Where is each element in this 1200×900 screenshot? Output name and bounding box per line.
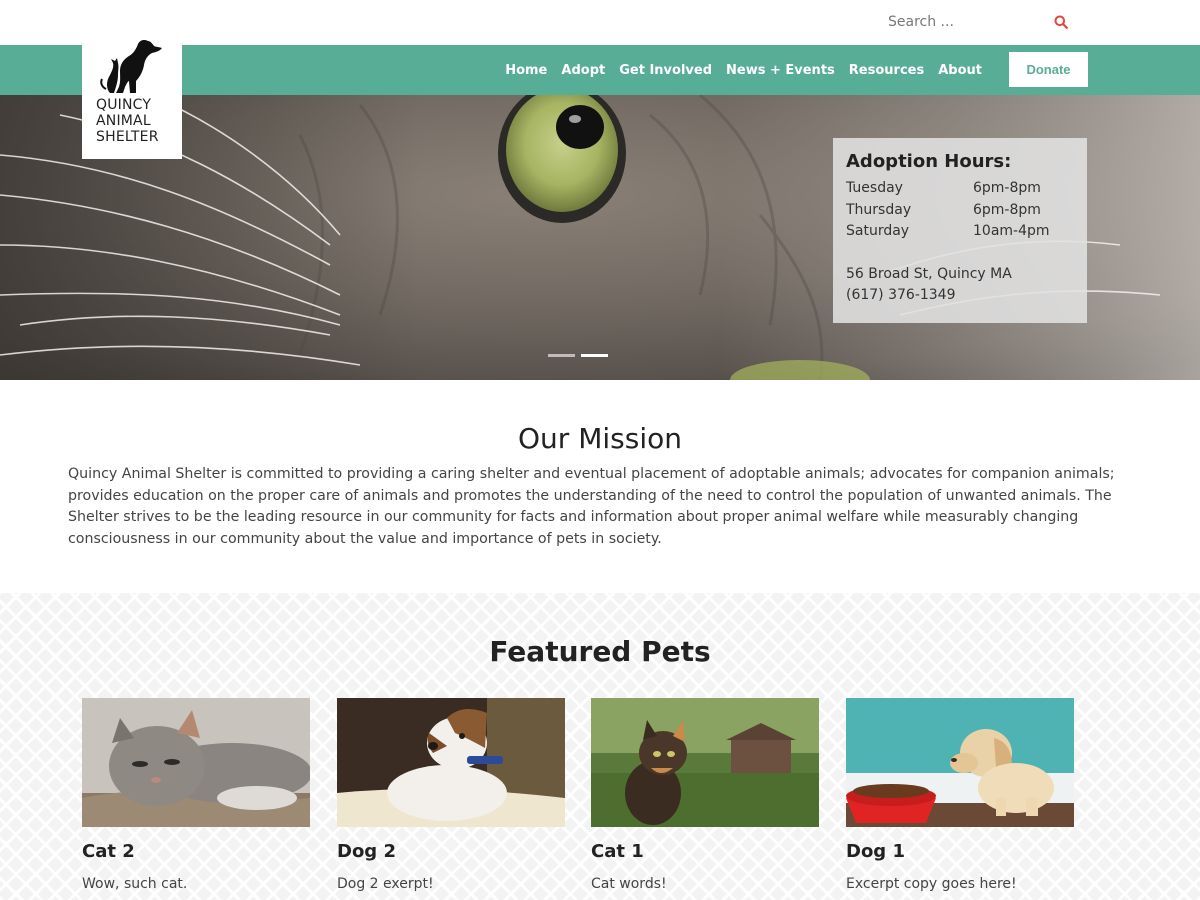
pet-photo-cat-1[interactable] [591,698,819,827]
pet-excerpt: Excerpt copy goes here! [846,876,1017,892]
nav-item-about[interactable]: About [938,63,982,78]
slider-dot-1[interactable] [548,354,575,357]
hours-row: Thursday 6pm-8pm [846,200,1074,222]
hours-row: Tuesday 6pm-8pm [846,178,1074,200]
mission-text: Quincy Animal Shelter is committed to pr… [68,466,1115,547]
nav-item-get-involved[interactable]: Get Involved [619,63,712,78]
pet-photo-cat-2[interactable] [82,698,310,827]
featured-pets-title: Featured Pets [489,635,711,668]
hours-day: Saturday [846,223,910,239]
pet-photo-dog-2[interactable] [337,698,565,827]
pet-name[interactable]: Cat 2 [82,841,310,862]
mission-title: Our Mission [518,422,682,455]
pet-card: Cat 1 Cat words! [591,698,819,892]
pet-card: Cat 2 Wow, such cat. [82,698,310,892]
pet-name[interactable]: Cat 1 [591,841,819,862]
slider-dot-2[interactable] [581,354,608,357]
hours-row: Saturday 10am-4pm [846,221,1074,243]
shelter-phone: (617) 376-1349 [846,287,956,303]
pet-excerpt: Wow, such cat. [82,876,188,892]
slider-dots [548,354,608,357]
logo-line-2: ANIMAL [96,113,151,129]
site-logo[interactable]: QUINCY ANIMAL SHELTER [82,37,182,159]
donate-button[interactable]: Donate [1009,52,1088,87]
nav-item-news-events[interactable]: News + Events [726,63,835,78]
nav-item-home[interactable]: Home [505,63,547,78]
main-nav: Home Adopt Get Involved News + Events Re… [491,45,982,95]
pet-excerpt: Dog 2 exerpt! [337,876,434,892]
hours-time: 6pm-8pm [973,180,1041,196]
logo-line-1: QUINCY [96,97,152,113]
nav-item-adopt[interactable]: Adopt [561,63,605,78]
hours-day: Tuesday [846,180,903,196]
pet-photo-dog-1[interactable] [846,698,1074,827]
pet-card: Dog 1 Excerpt copy goes here! [846,698,1074,892]
pet-excerpt: Cat words! [591,876,667,892]
adoption-hours-panel: Adoption Hours: Tuesday 6pm-8pm Thursday… [833,138,1087,323]
pet-name[interactable]: Dog 1 [846,841,1074,862]
hours-day: Thursday [846,201,912,218]
dog-cat-silhouette-icon [100,40,162,93]
search-input[interactable] [880,14,1050,30]
hours-time: 10am-4pm [973,223,1050,239]
pet-card: Dog 2 Dog 2 exerpt! [337,698,565,892]
search-icon[interactable] [1050,11,1072,33]
pet-name[interactable]: Dog 2 [337,841,565,862]
donate-wrap: Donate [995,52,1088,87]
nav-item-resources[interactable]: Resources [849,63,924,78]
search-form [880,8,1080,36]
logo-line-3: SHELTER [96,129,159,145]
shelter-address: 56 Broad St, Quincy MA [846,265,1012,282]
hours-time: 6pm-8pm [973,201,1041,218]
adoption-hours-title: Adoption Hours: [846,151,1012,172]
